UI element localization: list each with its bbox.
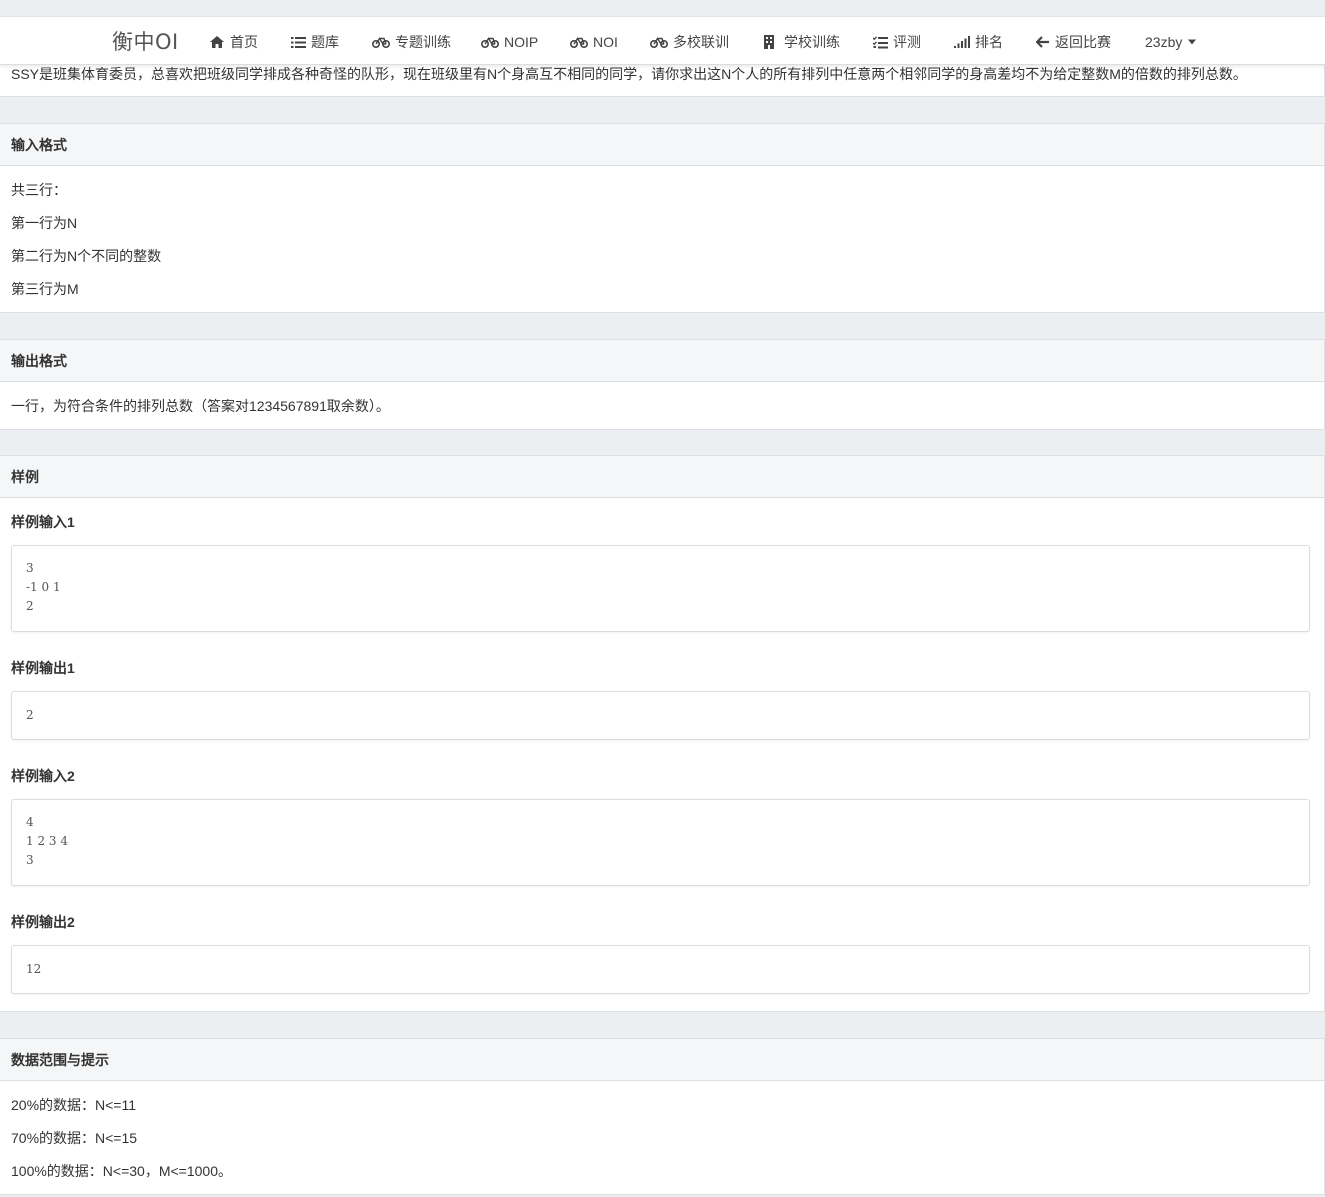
- arrow-left-icon: [1036, 36, 1050, 48]
- sample-output-2: 12: [11, 945, 1310, 994]
- nav-judge-label: 评测: [893, 34, 921, 50]
- nav-school-training-label: 学校训练: [784, 34, 840, 50]
- bicycle-icon: [481, 36, 499, 48]
- hint-line: 100%的数据：N<=30，M<=1000。: [11, 1163, 232, 1179]
- nav-home[interactable]: 首页: [209, 32, 258, 52]
- samples-title: 样例: [0, 456, 1324, 498]
- sample-input-1: 3 -1 0 1 2: [11, 545, 1310, 632]
- user-name: 23zby: [1145, 34, 1183, 50]
- nav-noi[interactable]: NOI: [570, 32, 618, 52]
- signal-icon: [954, 36, 970, 48]
- nav-multi-school-label: 多校联训: [673, 34, 729, 50]
- output-format-text: 一行，为符合条件的排列总数（答案对1234567891取余数）。: [11, 398, 390, 414]
- sample-input-1-title: 样例输入1: [11, 514, 75, 530]
- nav-ranking-label: 排名: [975, 34, 1003, 50]
- user-menu[interactable]: 23zby: [1145, 32, 1197, 52]
- sample-output-1: 2: [11, 691, 1310, 740]
- bicycle-icon: [372, 36, 390, 48]
- tasks-icon: [873, 35, 888, 49]
- output-format-panel: 输出格式 一行，为符合条件的排列总数（答案对1234567891取余数）。: [0, 339, 1325, 430]
- brand-logo[interactable]: 衡中OI: [112, 26, 179, 56]
- samples-panel: 样例 样例输入1 3 -1 0 1 2 样例输出1 2 样例输入2 4 1 2 …: [0, 455, 1325, 1012]
- sample-input-2-title: 样例输入2: [11, 768, 75, 784]
- sample-output-1-title: 样例输出1: [11, 660, 75, 676]
- description-text: SSY是班集体育委员，总喜欢把班级同学排成各种奇怪的队形，现在班级里有N个身高互…: [11, 66, 1247, 82]
- caret-down-icon: [1187, 39, 1197, 45]
- bicycle-icon: [570, 36, 588, 48]
- hint-line: 20%的数据：N<=11: [11, 1097, 137, 1113]
- home-icon: [209, 35, 225, 49]
- hints-title: 数据范围与提示: [0, 1039, 1324, 1081]
- nav-ranking[interactable]: 排名: [954, 32, 1003, 52]
- input-format-title: 输入格式: [0, 124, 1324, 166]
- nav-problems[interactable]: 题库: [291, 32, 339, 52]
- input-format-line: 第二行为N个不同的整数: [11, 248, 162, 264]
- nav-back-to-contest-label: 返回比赛: [1055, 34, 1111, 50]
- input-format-panel: 输入格式 共三行： 第一行为N 第二行为N个不同的整数 第三行为M: [0, 123, 1325, 313]
- sample-input-2: 4 1 2 3 4 3: [11, 799, 1310, 886]
- input-format-line: 共三行：: [11, 182, 67, 198]
- top-strip: [0, 0, 1325, 17]
- nav-school-training[interactable]: 学校训练: [763, 32, 840, 52]
- nav-back-to-contest[interactable]: 返回比赛: [1036, 32, 1111, 52]
- nav-topic-training[interactable]: 专题训练: [372, 32, 451, 52]
- input-format-line: 第一行为N: [11, 215, 78, 231]
- hints-panel: 数据范围与提示 20%的数据：N<=11 70%的数据：N<=15 100%的数…: [0, 1038, 1325, 1195]
- nav-noi-label: NOI: [593, 34, 618, 50]
- nav-problems-label: 题库: [311, 34, 339, 50]
- nav-noip[interactable]: NOIP: [481, 32, 538, 52]
- nav-noip-label: NOIP: [504, 34, 539, 50]
- nav-judge[interactable]: 评测: [873, 32, 921, 52]
- output-format-title: 输出格式: [0, 340, 1324, 382]
- nav-multi-school[interactable]: 多校联训: [650, 32, 729, 52]
- input-format-line: 第三行为M: [11, 281, 79, 297]
- nav-topic-training-label: 专题训练: [395, 34, 451, 50]
- nav-home-label: 首页: [230, 34, 258, 50]
- sample-output-2-title: 样例输出2: [11, 914, 75, 930]
- list-icon: [291, 36, 306, 49]
- bicycle-icon: [650, 36, 668, 48]
- navbar: 衡中OI 首页 题库 专题训练 NOIP NOI 多校联训 学校训练 评测 排名…: [0, 17, 1325, 65]
- hint-line: 70%的数据：N<=15: [11, 1130, 138, 1146]
- building-icon: [763, 35, 775, 49]
